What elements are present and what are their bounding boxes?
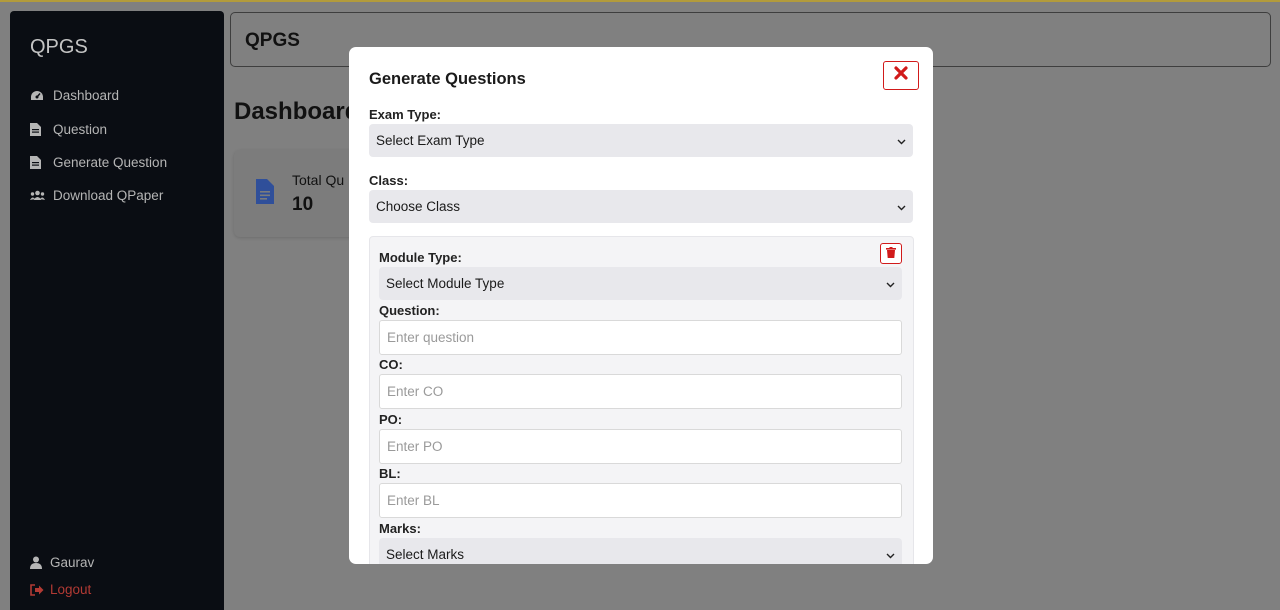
class-select[interactable]: Choose Class: [369, 190, 913, 223]
select-value: Select Marks: [386, 547, 465, 562]
select-value: Choose Class: [376, 199, 461, 214]
navbar-title: QPGS: [245, 30, 300, 51]
close-icon: [894, 66, 908, 85]
total-questions-card: Total Qu 10: [234, 150, 364, 237]
close-button[interactable]: [883, 61, 919, 90]
module-type-label: Module Type:: [379, 250, 462, 265]
modal-title: Generate Questions: [369, 70, 526, 88]
sidebar-item-download-qpaper[interactable]: Download QPaper: [30, 179, 167, 212]
chevron-down-icon: [886, 547, 895, 562]
bl-label: BL:: [379, 466, 401, 481]
exam-type-select[interactable]: Select Exam Type: [369, 124, 913, 157]
chevron-down-icon: [897, 199, 906, 214]
po-label: PO:: [379, 412, 403, 427]
select-value: Select Module Type: [386, 276, 505, 291]
marks-label: Marks:: [379, 521, 421, 536]
sidebar-item-label: Question: [53, 121, 108, 137]
sidebar-item-label: Dashboard: [53, 88, 120, 104]
logout-label: Logout: [50, 582, 92, 597]
tachometer-icon: [30, 90, 53, 102]
sidebar-item-label: Generate Question: [53, 154, 168, 170]
sidebar-nav: Dashboard Question Generate Question Dow…: [30, 79, 167, 213]
select-value: Select Exam Type: [376, 133, 485, 148]
module-type-select[interactable]: Select Module Type: [379, 267, 902, 300]
marks-select[interactable]: Select Marks: [379, 538, 902, 564]
page-title: Dashboard: [234, 98, 360, 125]
class-label: Class:: [369, 173, 409, 188]
stat-label: Total Qu: [292, 172, 345, 188]
sidebar-brand: QPGS: [30, 36, 88, 58]
sidebar-item-generate-question[interactable]: Generate Question: [30, 146, 167, 179]
sidebar-item-dashboard[interactable]: Dashboard: [30, 79, 167, 112]
co-input[interactable]: Enter CO: [379, 374, 902, 409]
sign-out-icon: [30, 583, 50, 596]
top-accent-strip: [0, 0, 1280, 2]
sidebar: QPGS Dashboard Question Generate Questio…: [10, 11, 224, 610]
file-alt-icon: [256, 179, 274, 209]
user-icon: [30, 556, 50, 569]
po-input[interactable]: Enter PO: [379, 429, 902, 464]
file-icon: [30, 122, 53, 136]
trash-icon: [886, 245, 896, 263]
sidebar-item-label: Download QPaper: [53, 188, 164, 204]
exam-type-label: Exam Type:: [369, 107, 442, 122]
delete-module-button[interactable]: [880, 243, 902, 264]
chevron-down-icon: [897, 133, 906, 148]
co-label: CO:: [379, 357, 403, 372]
question-label: Question:: [379, 303, 440, 318]
sidebar-item-question[interactable]: Question: [30, 112, 167, 145]
module-section: Module Type: Select Module Type Question…: [369, 236, 914, 564]
stat-value: 10: [292, 194, 314, 215]
question-input[interactable]: Enter question: [379, 320, 902, 355]
bl-input[interactable]: Enter BL: [379, 483, 902, 518]
user-profile[interactable]: Gaurav: [30, 555, 94, 570]
logout-link[interactable]: Logout: [30, 582, 91, 597]
file-icon: [30, 155, 53, 169]
generate-questions-modal: Generate Questions Exam Type: Select Exa…: [349, 47, 933, 564]
users-icon: [30, 190, 53, 201]
chevron-down-icon: [886, 276, 895, 291]
user-name: Gaurav: [50, 555, 95, 570]
